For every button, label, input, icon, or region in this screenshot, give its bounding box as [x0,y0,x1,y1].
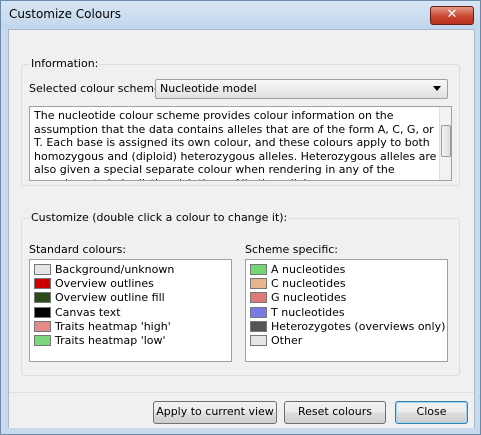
list-item-label: Canvas text [55,305,121,319]
list-item-label: Background/unknown [55,263,175,276]
scheme-select[interactable]: Nucleotide model [155,79,448,99]
colour-swatch [34,306,51,318]
list-item-label: G nucleotides [271,291,347,305]
scheme-specific-label: Scheme specific: [245,243,339,256]
list-item-label: Traits heatmap 'low' [55,334,166,347]
reset-colours-button[interactable]: Reset colours [284,401,386,424]
window-title: Customize Colours [9,7,121,21]
standard-colours-label: Standard colours: [29,243,127,256]
apply-button-label: Apply to current view [156,405,274,418]
colour-swatch [34,278,51,290]
colour-swatch [250,278,267,290]
scheme-label: Selected colour scheme: [29,82,165,95]
standard-colours-list[interactable]: Background/unknown Overview outlines Overv… [29,259,232,362]
button-bar: Apply to current view Reset colours Clos… [9,392,474,428]
information-group-label: Information: [30,57,100,70]
close-icon: ✕ [446,7,458,22]
colour-swatch [250,335,267,346]
customize-group-label: Customize (double click a colour to chan… [30,211,289,224]
list-item-label: Other [271,334,303,347]
reset-button-label: Reset colours [297,405,372,418]
list-item-label: Heterozygotes (overviews only) [271,319,446,333]
dialog-body: Information: Selected colour scheme: Nuc… [8,29,475,428]
list-item-label: A nucleotides [271,263,346,276]
colour-swatch [250,264,267,275]
list-item-label: C nucleotides [271,277,346,291]
colour-swatch [34,320,51,332]
colour-swatch [250,306,267,318]
scheme-colours-list[interactable]: A nucleotides C nucleotides G nucleotides T… [245,259,448,362]
information-group: Information: Selected colour scheme: Nuc… [21,57,460,186]
list-item-label: Traits heatmap 'high' [55,319,171,333]
chevron-down-icon [433,86,441,91]
apply-to-current-view-button[interactable]: Apply to current view [153,401,277,424]
title-bar: Customize Colours ✕ [1,1,480,29]
colour-swatch [250,320,267,332]
scheme-description[interactable]: The nucleotide colour scheme provides co… [29,106,452,181]
scheme-description-text: The nucleotide colour scheme provides co… [34,109,437,180]
colour-swatch [34,335,51,346]
close-button[interactable]: Close [395,401,468,424]
list-item-label: T nucleotides [271,305,345,319]
close-button-label: Close [416,405,447,418]
description-scrollbar[interactable] [439,107,451,180]
colour-swatch [34,264,51,275]
close-window-button[interactable]: ✕ [430,6,474,25]
scheme-select-value: Nucleotide model [160,82,257,95]
colour-swatch [250,292,267,304]
colour-swatch [34,292,51,304]
customize-group: Customize (double click a colour to chan… [21,211,460,376]
list-item-label: Overview outline fill [55,291,165,305]
scrollbar-thumb[interactable] [441,125,451,157]
list-item-label: Overview outlines [55,277,154,291]
customize-colours-dialog: Customize Colours ✕ Information: Selecte… [0,0,481,435]
